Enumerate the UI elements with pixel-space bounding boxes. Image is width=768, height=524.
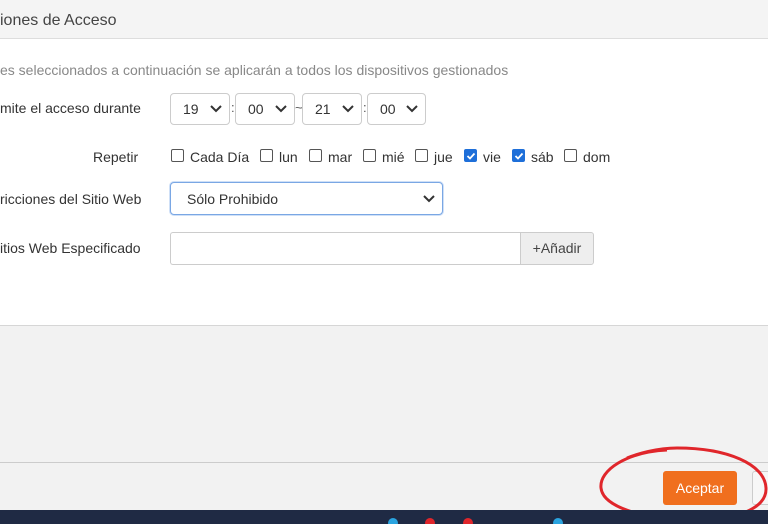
add-site-button[interactable]: +Añadir: [520, 232, 594, 265]
chevron-down-icon: [406, 105, 418, 113]
site-url-input[interactable]: [170, 232, 521, 265]
taskbar-app-icon[interactable]: [553, 518, 563, 524]
chevron-down-icon: [275, 105, 287, 113]
checkbox-label: Cada Día: [190, 149, 250, 165]
start-minute-select[interactable]: 00: [235, 93, 295, 125]
checkbox-fri[interactable]: [464, 149, 477, 162]
checkbox-label: vie: [483, 149, 501, 165]
checkbox-sun[interactable]: [564, 149, 577, 162]
settings-note: es seleccionados a continuación se aplic…: [0, 62, 509, 78]
taskbar-app-icon[interactable]: [425, 518, 435, 524]
end-hour-value: 21: [315, 101, 331, 117]
checkbox-label: sáb: [531, 149, 554, 165]
checkbox-wed[interactable]: [363, 149, 376, 162]
checkbox-label: dom: [583, 149, 611, 165]
checkbox-thu[interactable]: [415, 149, 428, 162]
checkbox-tue[interactable]: [309, 149, 322, 162]
checkbox-mon[interactable]: [260, 149, 273, 162]
taskbar: [0, 510, 768, 524]
restrictions-label: ricciones del Sitio Web: [0, 191, 142, 207]
restrictions-value: Sólo Prohibido: [187, 191, 279, 207]
taskbar-app-icon[interactable]: [388, 518, 398, 524]
start-hour-value: 19: [183, 101, 199, 117]
settings-panel: es seleccionados a continuación se aplic…: [0, 39, 768, 326]
checkbox-label: jue: [434, 149, 453, 165]
checkbox-label: lun: [279, 149, 298, 165]
access-time-label: mite el acceso durante: [0, 100, 141, 116]
checkbox-label: mar: [328, 149, 353, 165]
restrictions-select[interactable]: Sólo Prohibido: [170, 182, 443, 215]
checkbox-label: mié: [382, 149, 405, 165]
end-minute-select[interactable]: 00: [367, 93, 426, 125]
checkmark-icon: [466, 152, 476, 160]
end-hour-select[interactable]: 21: [302, 93, 362, 125]
checkbox-sat[interactable]: [512, 149, 525, 162]
sites-label: itios Web Especificado: [0, 240, 141, 256]
chevron-down-icon: [423, 195, 435, 203]
checkbox-every-day[interactable]: [171, 149, 184, 162]
dialog-title: iones de Acceso: [0, 12, 117, 29]
repeat-label: Repetir: [93, 149, 139, 165]
chevron-down-icon: [342, 105, 354, 113]
checkmark-icon: [514, 152, 524, 160]
dialog-header: iones de Acceso: [0, 0, 768, 39]
taskbar-app-icon[interactable]: [463, 518, 473, 524]
end-minute-value: 00: [380, 101, 396, 117]
start-minute-value: 00: [248, 101, 264, 117]
chevron-down-icon: [210, 105, 222, 113]
start-hour-select[interactable]: 19: [170, 93, 230, 125]
